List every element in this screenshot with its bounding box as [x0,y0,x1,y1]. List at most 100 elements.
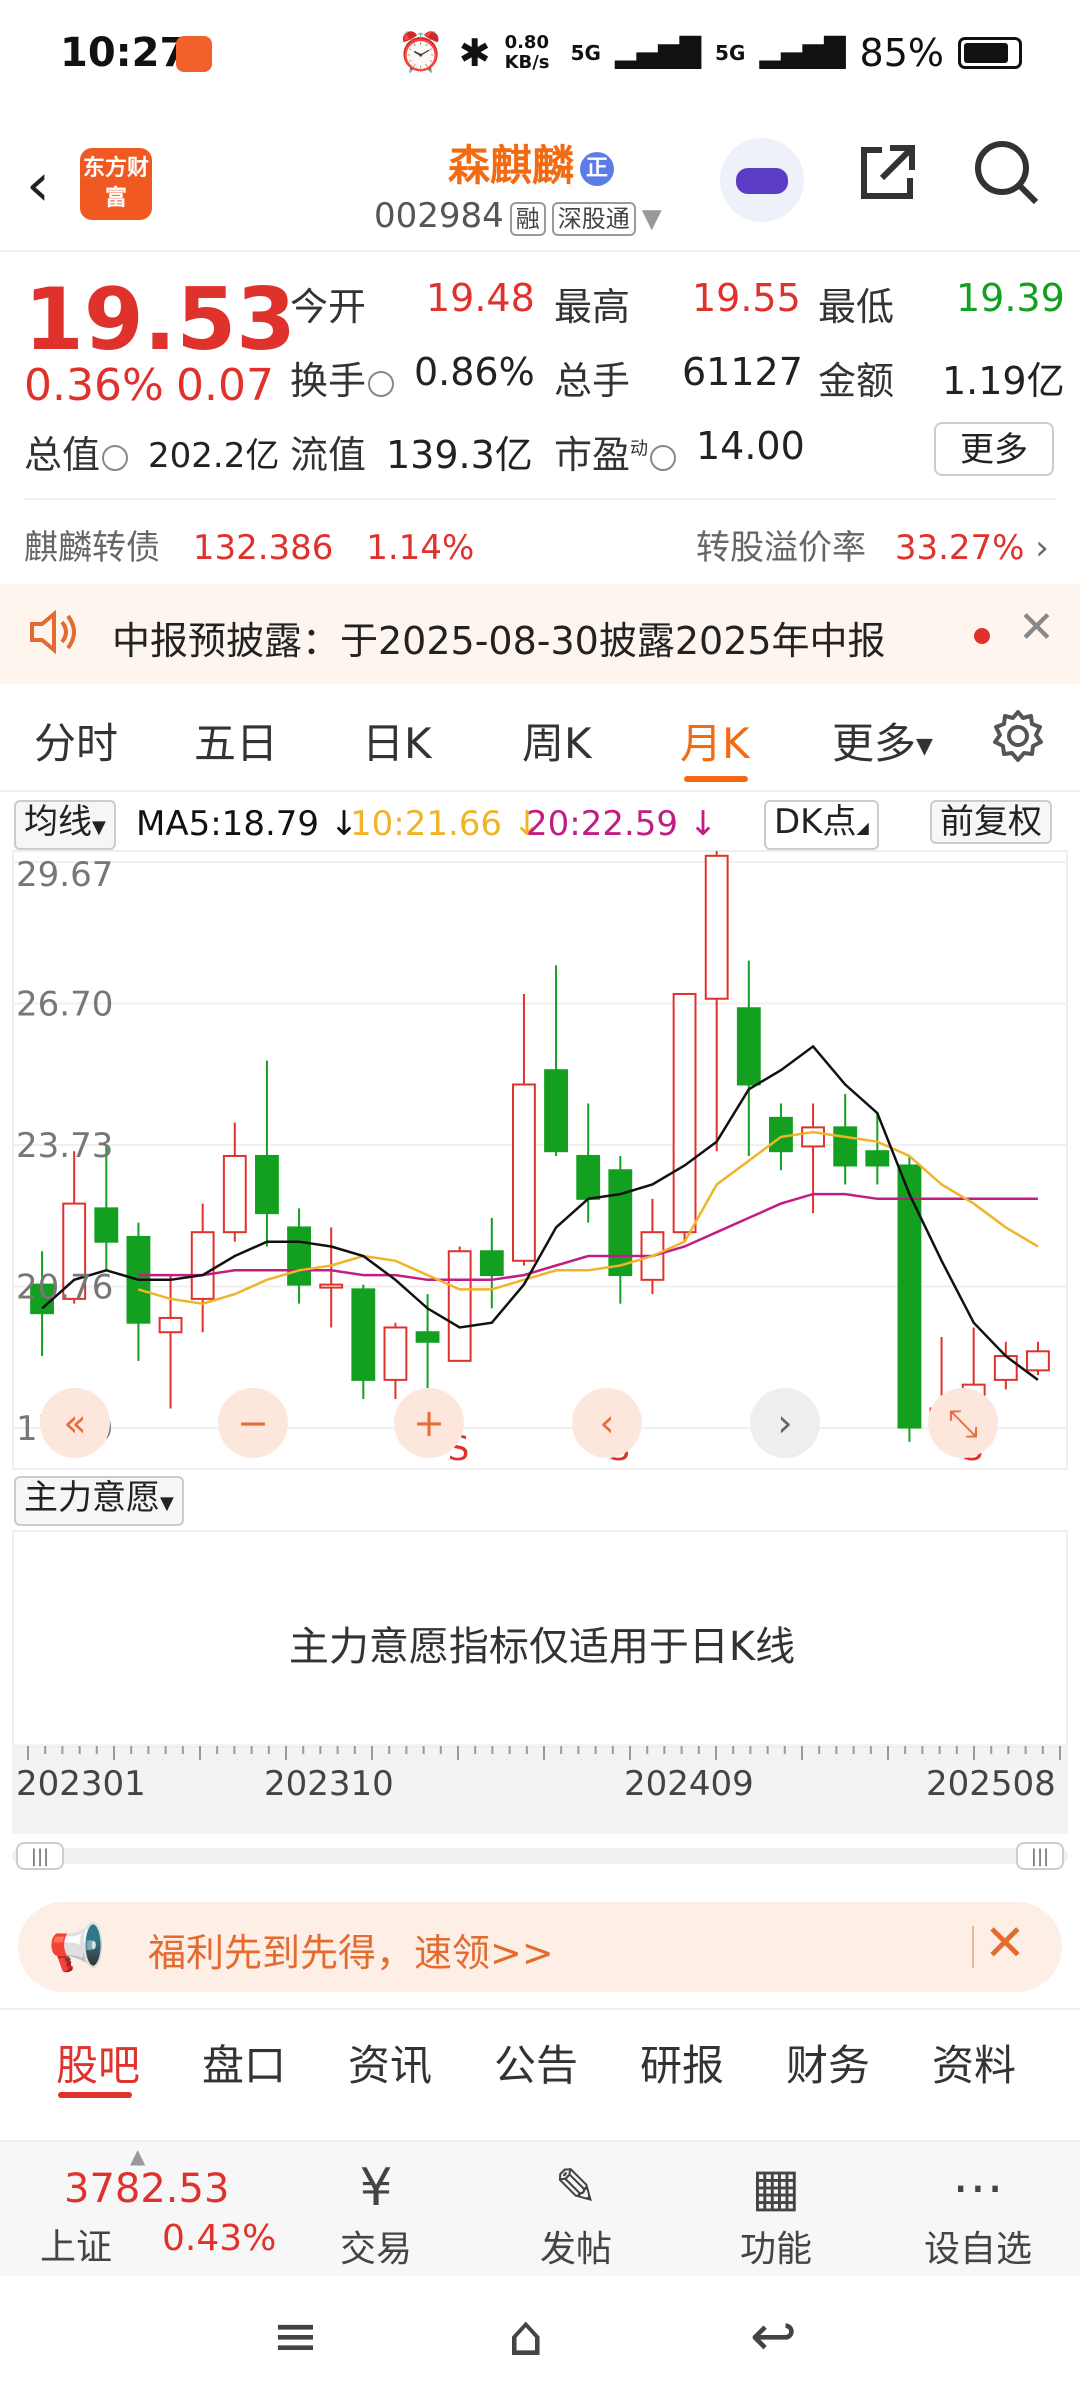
scroll-left-button[interactable]: ‹ [572,1388,642,1458]
change-amount: 0.07 [176,360,274,411]
nav-post[interactable]: ✎ 发帖 [506,2156,646,2272]
kline-chart[interactable]: 29.6726.7023.7320.7617.79 SSS [12,850,1068,1470]
speaker-icon [26,604,82,664]
mainforce-selector[interactable]: 主力意愿▼ [14,1476,184,1526]
back-system-icon[interactable]: ↩ [750,2304,797,2369]
ma10-value: 10:21.66 ↓ [350,804,542,844]
candle-body [833,1126,858,1167]
signal-sim1: 5G [570,40,601,65]
y-tick-label: 23.73 [16,1126,113,1166]
edit-icon: ✎ [554,2158,598,2218]
candle-body [512,1083,536,1262]
close-icon[interactable]: ✕ [984,1914,1026,1972]
jump-start-button[interactable]: « [40,1388,110,1458]
nav-trade-label: 交易 [339,2229,412,2270]
ma5-line [41,1044,1039,1381]
search-icon[interactable] [972,138,1042,223]
unread-dot [974,628,990,644]
signal-sim2: 5G [715,40,746,65]
zoom-in-button[interactable]: + [394,1388,464,1458]
divider [972,1926,974,1968]
status-bar: 10:27 ⏰ ✱ 0.80 KB/s 5G ▂▄▆█ 5G ▂▄▆█ 85% [0,0,1080,110]
candle-body [447,1250,472,1362]
volume-label: 总手 [554,359,631,403]
gear-icon[interactable] [990,708,1046,768]
back-button[interactable]: ‹ [26,150,50,220]
adjust-button[interactable]: 前复权 [930,800,1052,844]
tab-monthly-k[interactable]: 月K [680,710,750,771]
bond-price: 132.386 [192,528,334,568]
tab-intraday[interactable]: 分时 [34,710,118,771]
battery-percent: 85% [859,30,944,75]
share-icon[interactable] [852,138,922,223]
notice-banner[interactable]: 中报预披露：于2025-08-30披露2025年中报 ✕ [0,584,1080,684]
nav-functions[interactable]: ▦ 功能 [706,2156,846,2272]
info-icon[interactable] [368,370,395,397]
convertible-bond-row[interactable]: 麒麟转债 132.386 1.14% [24,520,474,569]
candle-body [319,1283,344,1289]
info-icon[interactable] [102,444,129,471]
tab-daily-k[interactable]: 日K [362,710,432,771]
stock-name: 森麒麟正 [448,132,615,193]
tag-margin: 融 [509,202,546,236]
nav-functions-label: 功能 [739,2229,812,2270]
index-value[interactable]: 3782.53 [64,2166,229,2212]
tab-orderbook[interactable]: 盘口 [202,2032,286,2093]
candle-body [704,854,729,1000]
low-value: 19.39 [956,276,1065,320]
pe-sup: 动 [630,438,649,460]
premium-row[interactable]: 转股溢价率 33.27% › [696,520,1049,569]
candle-body [736,1007,761,1086]
tab-profile[interactable]: 资料 [932,2032,1016,2093]
tab-research[interactable]: 研报 [640,2032,724,2093]
expand-button[interactable]: ⤡ [928,1388,998,1458]
dk-label: DK点 [774,802,857,842]
pe-label: 市盈动 [554,424,677,479]
home-icon[interactable]: ⌂ [508,2304,544,2369]
status-right: ⏰ ✱ 0.80 KB/s 5G ▂▄▆█ 5G ▂▄▆█ 85% [397,30,1022,75]
divider [24,498,1056,500]
range-handle-right[interactable]: ||| [1016,1842,1064,1870]
tab-more-label: 更多 [832,719,917,768]
corner-icon: ◢ [856,818,869,837]
alarm-icon: ⏰ [397,30,445,74]
tab-finance[interactable]: 财务 [786,2032,870,2093]
dk-point-button[interactable]: DK点◢ [764,800,879,850]
time-axis-ticks [27,1746,1061,1760]
change-percent: 0.36% [24,360,164,411]
zoom-out-button[interactable]: − [218,1388,288,1458]
stock-code[interactable]: 002984 融深股通 ▼ [374,196,662,236]
nav-trade[interactable]: ¥ 交易 [306,2156,446,2272]
dropdown-icon[interactable]: ▼ [642,204,662,234]
tab-announcements[interactable]: 公告 [494,2032,578,2093]
range-handle-left[interactable]: ||| [16,1842,64,1870]
menu-icon[interactable]: ≡ [272,2304,319,2369]
candle-body [865,1150,890,1167]
notice-text: 中报预披露：于2025-08-30披露2025年中报 [112,619,886,663]
nav-watchlist[interactable]: ⋯ 设自选 [908,2156,1048,2272]
amount-value: 1.19亿 [942,359,1065,403]
x-label: 202301 [16,1764,146,1804]
turnover-label: 换手 [290,350,395,405]
tab-forum[interactable]: 股吧 [56,2032,140,2093]
ma-selector[interactable]: 均线▼ [14,800,116,850]
candle-body [479,1250,504,1277]
candle-body [1026,1350,1050,1372]
assistant-robot-icon[interactable] [720,138,804,222]
caret-up-icon: ▲ [130,2144,146,2168]
tab-news[interactable]: 资讯 [348,2032,432,2093]
tab-five-day[interactable]: 五日 [194,710,278,771]
tab-more[interactable]: 更多▼ [832,710,933,771]
mktcap-value: 202.2亿 [148,436,280,476]
promo-banner[interactable]: 📢 福利先到先得，速领>> ✕ [18,1902,1062,1992]
close-icon[interactable]: ✕ [1018,602,1055,653]
more-quote-button[interactable]: 更多 [934,422,1054,476]
candle-body [287,1226,311,1286]
y-tick-label: 29.67 [16,855,113,895]
scroll-right-button[interactable]: › [750,1388,820,1458]
mainforce-message: 主力意愿指标仅适用于日K线 [288,1624,796,1670]
tab-weekly-k[interactable]: 周K [522,710,592,771]
range-slider-track[interactable] [12,1848,1068,1864]
info-icon[interactable] [650,444,677,471]
bottom-nav: ▲ 3782.53 上证 0.43% ¥ 交易 ✎ 发帖 ▦ 功能 ⋯ 设自选 [0,2140,1080,2278]
